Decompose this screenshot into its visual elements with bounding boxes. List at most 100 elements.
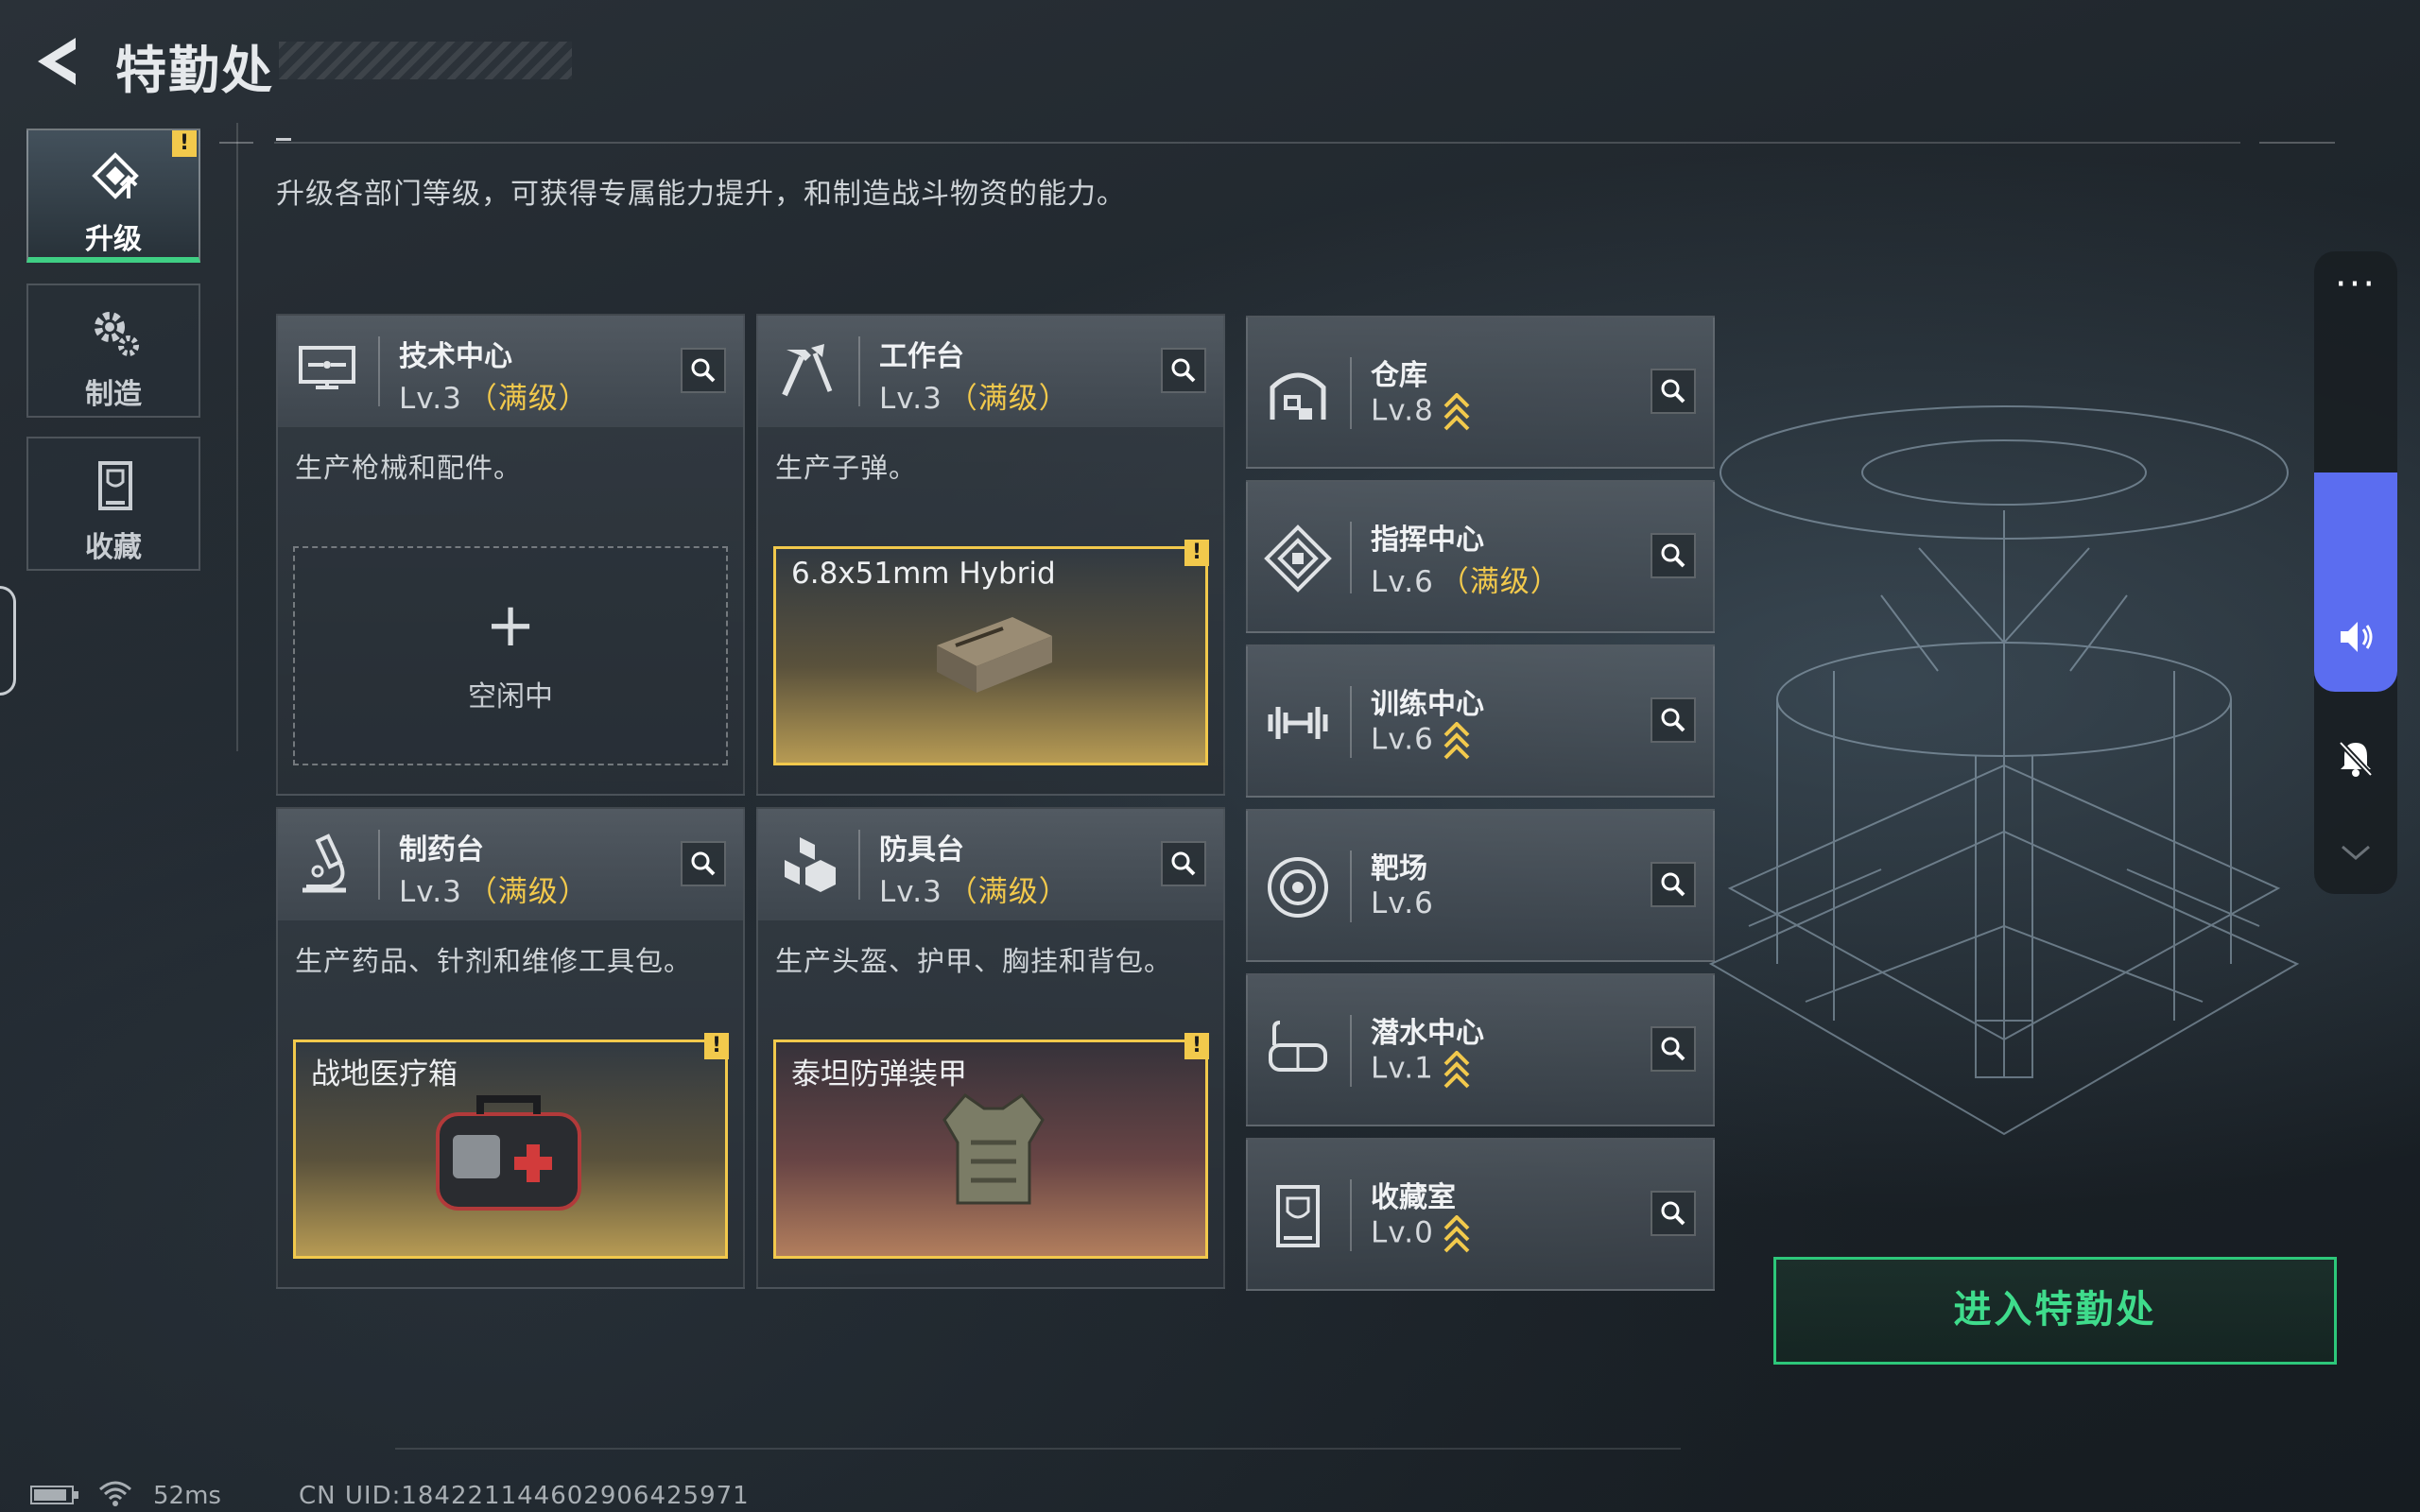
facility-command-center[interactable]: 指挥中心 Lv.6 （满级） (1246, 480, 1715, 633)
level-value: Lv.3 (399, 382, 462, 416)
facility-training-center[interactable]: 训练中心 Lv.6 (1246, 644, 1715, 798)
level-value: Lv.0 (1371, 1215, 1434, 1250)
upgrade-available-icon (1443, 1215, 1470, 1253)
divider-mark (276, 138, 291, 141)
tab-label: 收藏 (85, 531, 142, 564)
facility-level: Lv.1 (1371, 1051, 1470, 1089)
slot-status: 空闲中 (468, 680, 553, 713)
department-description: 生产头盔、护甲、胸挂和背包。 (775, 945, 1173, 977)
department-card-pharmacy[interactable]: 制药台 Lv.3 （满级） 生产药品、针剂和维修工具包。 战地医疗箱 ! (276, 807, 745, 1289)
tab-craft[interactable]: 制造 (26, 284, 200, 418)
item-name: 6.8x51mm Hybrid (791, 557, 1056, 591)
enter-button[interactable]: 进入特勤处 (1773, 1257, 2337, 1365)
computer-icon (299, 346, 355, 389)
more-button[interactable]: ··· (2314, 261, 2397, 327)
facility-name: 训练中心 (1371, 688, 1484, 721)
facility-level: Lv.6 (1371, 722, 1470, 760)
facility-diving-center[interactable]: 潜水中心 Lv.1 (1246, 973, 1715, 1126)
facility-level: Lv.6 （满级） (1371, 558, 1561, 600)
divider (1350, 522, 1352, 593)
search-icon (1171, 851, 1196, 876)
facility-name: 潜水中心 (1371, 1017, 1484, 1050)
search-button[interactable] (681, 841, 726, 886)
divider (378, 830, 380, 900)
drawer-handle[interactable] (0, 586, 16, 696)
facility-name: 收藏室 (1371, 1181, 1456, 1214)
page-title: 特勤处 (115, 41, 274, 100)
search-icon (1661, 872, 1685, 897)
facility-name: 指挥中心 (1371, 524, 1484, 557)
facility-name: 靶场 (1371, 852, 1427, 885)
facility-collection-room[interactable]: 收藏室 Lv.0 (1246, 1138, 1715, 1291)
ping-readout: 52ms (153, 1482, 221, 1510)
search-icon (691, 358, 716, 383)
plus-icon: + (485, 591, 536, 661)
search-button[interactable] (1651, 862, 1696, 907)
max-level-tag: （满级） (467, 382, 589, 416)
gear-icon (95, 312, 139, 356)
divider-mark (219, 142, 253, 144)
search-icon (1171, 358, 1196, 383)
facility-shooting-range[interactable]: 靶场 Lv.6 (1246, 809, 1715, 962)
max-level-tag: （满级） (467, 875, 589, 909)
diving-mask-icon (1269, 1021, 1327, 1072)
ammo-box-icon (937, 617, 1052, 693)
battery-icon (30, 1486, 78, 1504)
facility-level: Lv.8 (1371, 393, 1470, 431)
user-uid: CN UID:184221144602906425971 (299, 1482, 750, 1510)
search-button[interactable] (1651, 533, 1696, 578)
dumbbell-icon (1268, 707, 1328, 739)
upgrade-icon (92, 152, 139, 199)
department-name: 技术中心 (399, 340, 512, 373)
volume-slider[interactable] (2314, 472, 2397, 692)
search-button[interactable] (1161, 348, 1206, 393)
upgrade-available-icon (1443, 1051, 1470, 1089)
divider (2259, 142, 2335, 144)
department-card-tech-center[interactable]: 技术中心 Lv.3 （满级） 生产枪械和配件。 + 空闲中 (276, 314, 745, 796)
department-name: 防具台 (879, 833, 964, 867)
alert-badge: ! (1184, 540, 1209, 566)
hammer-icon (782, 344, 833, 397)
divider (858, 830, 860, 900)
search-button[interactable] (1161, 841, 1206, 886)
divider (274, 142, 2240, 144)
bell-off-icon[interactable] (2335, 737, 2377, 779)
search-button[interactable] (1651, 369, 1696, 414)
search-icon (1661, 543, 1685, 568)
department-card-workbench[interactable]: 工作台 Lv.3 （满级） 生产子弹。 6.8x51mm Hybrid ! (756, 314, 1225, 796)
tab-label: 升级 (85, 223, 142, 256)
blocks-icon (785, 837, 836, 892)
level-value: Lv.3 (879, 875, 942, 909)
production-slot-empty[interactable]: + 空闲中 (293, 546, 728, 765)
search-button[interactable] (681, 348, 726, 393)
chevron-down-icon[interactable] (2339, 841, 2373, 864)
department-description: 生产药品、针剂和维修工具包。 (295, 945, 693, 977)
search-button[interactable] (1651, 1026, 1696, 1072)
divider (1350, 1179, 1352, 1251)
production-slot[interactable]: 6.8x51mm Hybrid ! (773, 540, 1209, 765)
production-slot[interactable]: 战地医疗箱 ! (293, 1033, 729, 1259)
production-slot[interactable]: 泰坦防弹装甲 ! (773, 1033, 1209, 1259)
volume-icon[interactable] (2335, 616, 2377, 658)
search-button[interactable] (1651, 697, 1696, 743)
department-card-armor-bench[interactable]: 防具台 Lv.3 （满级） 生产头盔、护甲、胸挂和背包。 泰坦防弹装甲 ! (756, 807, 1225, 1289)
page-subtitle: 升级各部门等级，可获得专属能力提升，和制造战斗物资的能力。 (276, 178, 1126, 211)
tab-collection[interactable]: 收藏 (26, 437, 200, 571)
divider (236, 123, 238, 751)
department-description: 生产枪械和配件。 (295, 452, 523, 484)
facility-level: Lv.6 (1371, 886, 1434, 920)
level-value: Lv.1 (1371, 1051, 1434, 1086)
tab-label: 制造 (85, 378, 142, 411)
tab-upgrade[interactable]: 升级 ! (26, 129, 200, 263)
search-button[interactable] (1651, 1191, 1696, 1236)
level-value: Lv.6 (1371, 722, 1434, 757)
search-icon (1661, 1037, 1685, 1061)
back-button[interactable] (26, 32, 83, 91)
facility-warehouse[interactable]: 仓库 Lv.8 (1246, 316, 1715, 469)
facility-name: 仓库 (1371, 359, 1427, 392)
divider (858, 336, 860, 406)
max-level-tag: （满级） (947, 382, 1069, 416)
search-icon (691, 851, 716, 876)
upgrade-available-icon (1443, 393, 1470, 431)
level-value: Lv.6 (1371, 886, 1434, 920)
